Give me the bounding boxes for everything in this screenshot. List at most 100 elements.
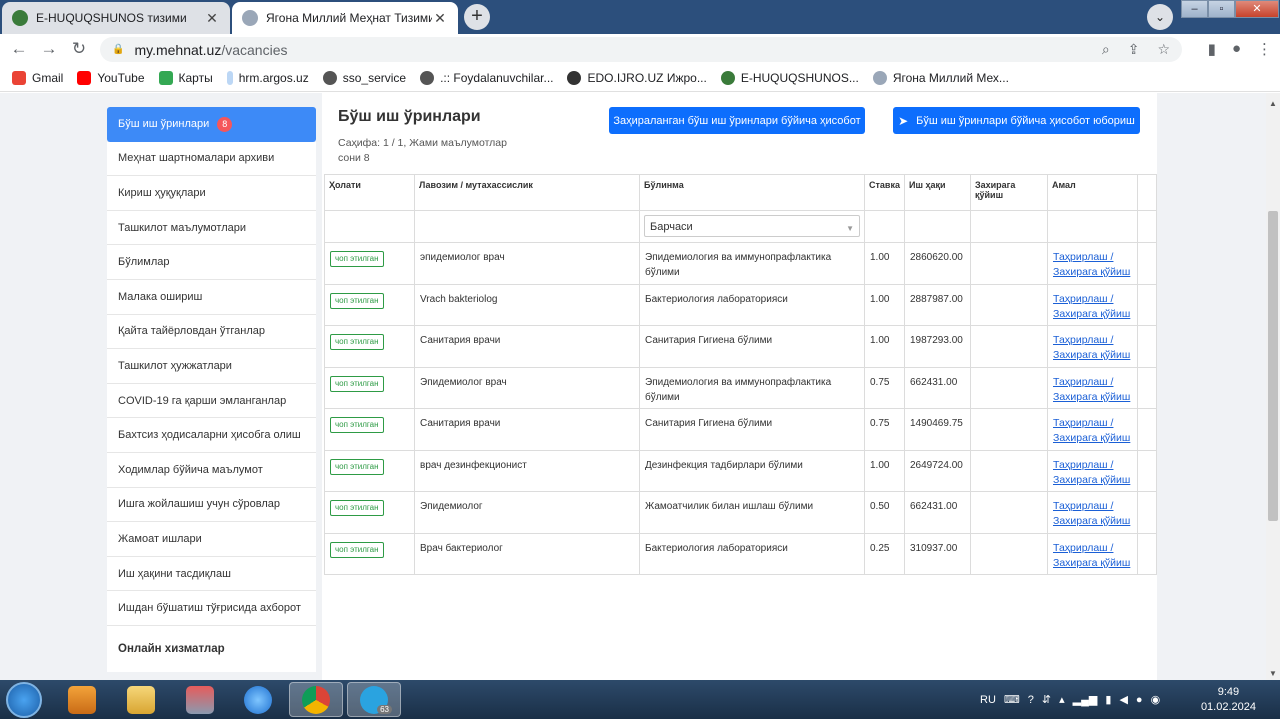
status-badge: чоп этилган (330, 292, 384, 309)
scroll-up-icon[interactable]: ▲ (1266, 99, 1280, 108)
col-position[interactable]: Лавозим / мутахассислик (414, 174, 640, 211)
edit-link[interactable]: Таҳрирлаш / (1053, 459, 1113, 471)
sidebar-item-qualification[interactable]: Малака ошириш (107, 279, 316, 315)
send-report-button[interactable]: ➤ Бўш иш ўринлари бўйича ҳисобот юбориш (893, 107, 1140, 134)
reserve-link[interactable]: Захирага қўйиш (1053, 557, 1130, 569)
close-icon[interactable]: ✕ (432, 10, 448, 27)
bookmark-edo[interactable]: EDO.IJRO.UZ Ижро... (567, 70, 707, 85)
edit-link[interactable]: Таҳрирлаш / (1053, 500, 1113, 512)
sidebar-item-public-works[interactable]: Жамоат ишлари (107, 522, 316, 557)
minimize-button[interactable]: – (1181, 0, 1208, 18)
sidebar-item-employment-requests[interactable]: Ишга жойлашиш учун сўровлар (107, 487, 316, 523)
maps-icon (158, 70, 173, 85)
start-button[interactable] (6, 682, 42, 718)
new-tab-button[interactable]: + (464, 4, 490, 30)
sidebar-item-organization-info[interactable]: Ташкилот маълумотлари (107, 210, 316, 246)
taskbar-telegram[interactable]: 63 (347, 682, 401, 717)
sidebar-item-vacancies[interactable]: Бўш иш ўринлари 8 (107, 107, 316, 142)
tab-e-huquqshunos[interactable]: E-HUQUQSHUNOS тизими ✕ (2, 2, 230, 34)
status-badge: чоп этилган (330, 334, 384, 350)
folder-icon (127, 685, 155, 714)
language-indicator[interactable]: RU (980, 694, 996, 706)
department-filter-select[interactable]: Барчаси ▼ (644, 215, 860, 237)
table-header-row: Ҳолати Лавозим / мутахассислик Бўлинма С… (324, 174, 1157, 211)
show-hidden-icons[interactable]: ▴ (1059, 693, 1065, 706)
sidebar-item-covid-vaccinated[interactable]: COVID-19 га қарши эмланганлар (107, 383, 316, 419)
sidebar-item-contracts-archive[interactable]: Меҳнат шартномалари архиви (107, 141, 316, 177)
scrollbar-thumb[interactable] (1268, 211, 1278, 521)
window-close-button[interactable]: ✕ (1235, 0, 1279, 18)
sidebar-item-access-rights[interactable]: Кириш ҳуқуқлари (107, 176, 316, 211)
sidebar-item-salary-approval[interactable]: Иш ҳақини тасдиқлаш (107, 556, 316, 592)
tab-search-button[interactable]: ⌄ (1147, 4, 1173, 30)
bookmark-gmail[interactable]: Gmail (12, 70, 63, 85)
department-cell: Бактериология лабораторияси (639, 532, 865, 575)
col-salary[interactable]: Иш ҳақи (904, 174, 971, 211)
edit-link[interactable]: Таҳрирлаш / (1053, 334, 1113, 346)
bookmark-star-icon[interactable]: ☆ (1157, 41, 1170, 58)
forward-icon[interactable]: → (34, 39, 64, 59)
reserve-link[interactable]: Захирага қўйиш (1053, 432, 1130, 444)
browser-toolbar: ← → ↻ 🔒 my.mehnat.uz/vacancies ⌕ ⇪ ☆ ▮ ●… (0, 34, 1280, 64)
sidebar-item-organization-documents[interactable]: Ташкилот ҳужжатлари (107, 349, 316, 384)
department-cell: Эпидемиология ва иммунопрафлактика бўлим… (639, 242, 865, 285)
edit-link[interactable]: Таҳрирлаш / (1053, 251, 1113, 263)
col-department[interactable]: Бўлинма (639, 174, 865, 211)
help-icon[interactable]: ? (1028, 694, 1034, 706)
edit-link[interactable]: Таҳрирлаш / (1053, 376, 1113, 388)
bookmark-youtube[interactable]: YouTube (77, 70, 145, 85)
tab-yagona-mehnat[interactable]: Ягона Миллий Меҳнат Тизими ✕ (232, 2, 458, 34)
keyboard-icon[interactable]: ⌨ (1004, 693, 1020, 706)
taskbar-explorer[interactable] (114, 682, 168, 717)
menu-icon[interactable]: ⋮ (1257, 40, 1272, 58)
reserve-link[interactable]: Захирага қўйиш (1053, 349, 1130, 361)
share-icon[interactable]: ⇪ (1128, 41, 1140, 58)
bookmark-foydalanuvchilar[interactable]: .:: Foydalanuvchilar... (420, 70, 553, 85)
security-icon[interactable]: ● (1136, 694, 1143, 706)
sidebar-item-departments[interactable]: Бўлимлар (107, 245, 316, 280)
col-status[interactable]: Ҳолати (324, 174, 415, 211)
reserved-report-button[interactable]: Заҳираланган бўш иш ўринлари бўйича ҳисо… (609, 107, 865, 134)
volume-icon[interactable]: ◀ (1119, 693, 1127, 706)
signal-icon[interactable]: ▂▄▆ (1073, 693, 1098, 706)
sidebar-item-employees-info[interactable]: Ходимлар бўйича маълумот (107, 452, 316, 488)
page-scrollbar[interactable]: ▲ ▼ (1266, 93, 1280, 680)
bookmark-maps[interactable]: Карты (158, 70, 213, 85)
close-icon[interactable]: ✕ (204, 10, 220, 27)
reserve-link[interactable]: Захирага қўйиш (1053, 515, 1130, 527)
system-clock[interactable]: 9:49 01.02.2024 (1201, 685, 1256, 715)
taskbar-chrome[interactable] (289, 682, 343, 717)
sidebar-item-dismissal-info[interactable]: Ишдан бўшатиш тўғрисида ахборот (107, 591, 316, 626)
side-panel-icon[interactable]: ▮ (1208, 40, 1216, 58)
edit-link[interactable]: Таҳрирлаш / (1053, 293, 1113, 305)
taskbar-app[interactable] (173, 682, 227, 717)
scroll-down-icon[interactable]: ▼ (1266, 669, 1280, 678)
taskbar-ie[interactable] (231, 682, 285, 717)
sidebar-item-accidents[interactable]: Бахтсиз ҳодисаларни ҳисобга олиш (107, 418, 316, 453)
edit-link[interactable]: Таҳрирлаш / (1053, 417, 1113, 429)
reserve-link[interactable]: Захирага қўйиш (1053, 266, 1130, 278)
bookmark-sso[interactable]: sso_service (322, 70, 406, 85)
battery-icon[interactable]: ▮ (1105, 693, 1111, 706)
bookmark-argos[interactable]: hrm.argos.uz (226, 70, 309, 85)
edit-link[interactable]: Таҳрирлаш / (1053, 542, 1113, 554)
reserve-link[interactable]: Захирага қўйиш (1053, 308, 1130, 320)
reload-icon[interactable]: ↻ (64, 39, 94, 59)
bookmark-e-huquqshunos[interactable]: E-HUQUQSHUNOS... (720, 70, 859, 85)
reserve-link[interactable]: Захирага қўйиш (1053, 391, 1130, 403)
bookmark-yagona[interactable]: Ягона Миллий Мех... (872, 70, 1009, 85)
emblem-icon (12, 10, 28, 26)
address-bar[interactable]: 🔒 my.mehnat.uz/vacancies ⌕ ⇪ ☆ (100, 37, 1182, 62)
tray-app-icon[interactable]: ◉ (1151, 693, 1161, 706)
restore-button[interactable]: ▫ (1208, 0, 1235, 18)
sidebar-section-online-services: Онлайн хизматлар (107, 625, 316, 672)
col-reserve[interactable]: Захирага қўйиш (970, 174, 1048, 211)
reserve-link[interactable]: Захирага қўйиш (1053, 474, 1130, 486)
profile-icon[interactable]: ● (1232, 40, 1241, 58)
back-icon[interactable]: ← (4, 39, 34, 59)
usb-icon[interactable]: ⇵ (1042, 693, 1051, 706)
zoom-icon[interactable]: ⌕ (1102, 41, 1110, 58)
col-rate[interactable]: Ставка (864, 174, 905, 211)
sidebar-item-retraining[interactable]: Қайта тайёрловдан ўтганлар (107, 314, 316, 350)
taskbar-media-player[interactable] (55, 682, 109, 717)
